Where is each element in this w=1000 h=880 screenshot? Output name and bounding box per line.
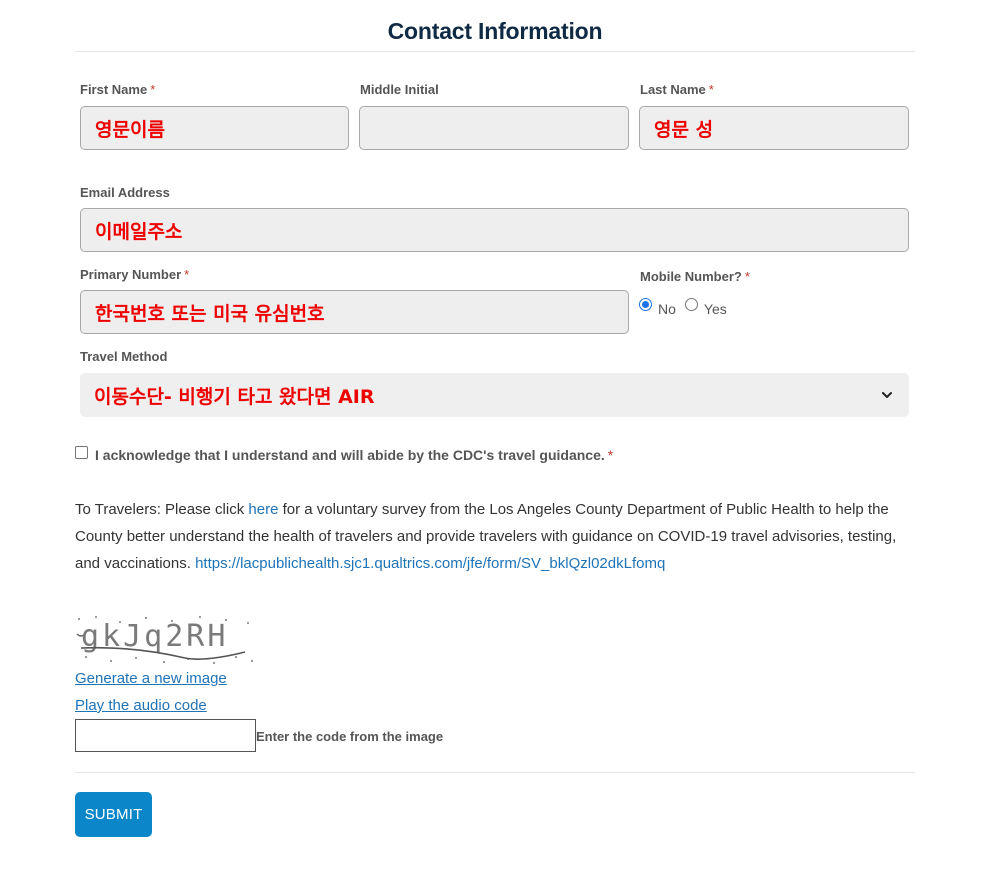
last-name-label: Last Name * (640, 82, 714, 97)
required-marker: * (607, 447, 614, 463)
mobile-yes-radio[interactable] (684, 297, 698, 311)
mobile-yes-label[interactable]: Yes (704, 301, 727, 317)
captcha-code-text: gkJq2RH (81, 619, 228, 654)
mobile-number-label-text: Mobile Number? (640, 269, 742, 284)
required-marker: * (708, 82, 714, 97)
mobile-number-radio-group: No Yes (639, 291, 727, 317)
last-name-label-text: Last Name (640, 82, 706, 97)
travel-method-value: 이동수단- 비행기 타고 왔다면 AIR (94, 385, 375, 408)
first-name-input[interactable]: 영문이름 (80, 106, 349, 150)
play-audio-code-link[interactable]: Play the audio code (75, 697, 207, 714)
first-name-label: First Name * (80, 82, 155, 97)
primary-number-input[interactable]: 한국번호 또는 미국 유심번호 (80, 290, 629, 334)
email-label: Email Address (80, 185, 170, 200)
captcha-code-input[interactable] (75, 719, 256, 752)
survey-paragraph: To Travelers: Please click here for a vo… (75, 496, 915, 577)
survey-here-link[interactable]: here (248, 501, 278, 518)
travel-method-label: Travel Method (80, 349, 168, 364)
required-marker: * (744, 269, 750, 284)
acknowledge-checkbox[interactable] (75, 446, 88, 459)
page-title: Contact Information (387, 18, 603, 44)
email-input[interactable]: 이메일주소 (80, 208, 909, 252)
survey-text-prefix: To Travelers: Please click (75, 501, 249, 518)
captcha-image: gkJq2RH (75, 612, 255, 666)
required-marker: * (184, 267, 190, 282)
required-marker: * (150, 82, 156, 97)
submit-button[interactable]: SUBMIT (75, 792, 152, 837)
title-divider (75, 51, 915, 52)
travel-method-select[interactable]: 이동수단- 비행기 타고 왔다면 AIR (80, 373, 909, 417)
primary-number-value: 한국번호 또는 미국 유심번호 (95, 302, 325, 325)
mobile-no-radio[interactable] (639, 297, 652, 311)
acknowledge-label-text: I acknowledge that I understand and will… (95, 447, 605, 463)
acknowledge-label[interactable]: I acknowledge that I understand and will… (95, 447, 613, 463)
mobile-number-label: Mobile Number? * (640, 269, 750, 284)
footer-divider (75, 772, 915, 773)
chevron-down-icon (882, 392, 892, 398)
survey-url-link[interactable]: https://lacpublichealth.sjc1.qualtrics.c… (195, 555, 665, 572)
first-name-value: 영문이름 (95, 118, 165, 141)
primary-number-label-text: Primary Number (80, 267, 182, 282)
middle-initial-label: Middle Initial (360, 82, 439, 97)
first-name-label-text: First Name (80, 82, 148, 97)
last-name-input[interactable]: 영문 성 (639, 106, 909, 150)
mobile-no-label[interactable]: No (658, 301, 676, 317)
middle-initial-input[interactable] (359, 106, 629, 150)
generate-new-image-link[interactable]: Generate a new image (75, 670, 227, 687)
captcha-code-label: Enter the code from the image (256, 729, 444, 744)
last-name-value: 영문 성 (654, 118, 714, 141)
email-value: 이메일주소 (95, 220, 183, 243)
primary-number-label: Primary Number * (80, 267, 189, 282)
